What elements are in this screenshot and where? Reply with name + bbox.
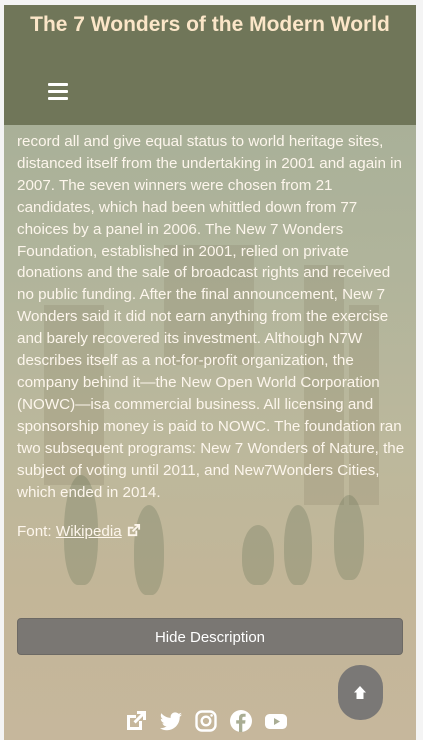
site-header: The 7 Wonders of the Modern World [4, 5, 416, 125]
scroll-to-top-button[interactable] [338, 665, 383, 720]
arrow-up-icon [354, 686, 366, 699]
source-line: Font: Wikipedia [17, 521, 408, 543]
description-section: record all and give equal status to worl… [17, 131, 408, 543]
page-frame: The 7 Wonders of the Modern World record… [4, 5, 416, 740]
instagram-icon[interactable] [194, 709, 218, 733]
external-link-icon[interactable] [124, 709, 148, 733]
source-label: Font: [17, 523, 52, 541]
twitter-icon[interactable] [159, 709, 183, 733]
external-link-icon [127, 524, 140, 537]
page-title: The 7 Wonders of the Modern World [30, 13, 390, 36]
youtube-icon[interactable] [264, 709, 288, 733]
hide-description-button[interactable]: Hide Description [17, 618, 403, 655]
facebook-icon[interactable] [229, 709, 253, 733]
wikipedia-link[interactable]: Wikipedia [56, 523, 122, 540]
hamburger-menu-icon[interactable] [48, 83, 68, 101]
social-links [124, 709, 304, 733]
description-text: record all and give equal status to worl… [17, 133, 405, 501]
